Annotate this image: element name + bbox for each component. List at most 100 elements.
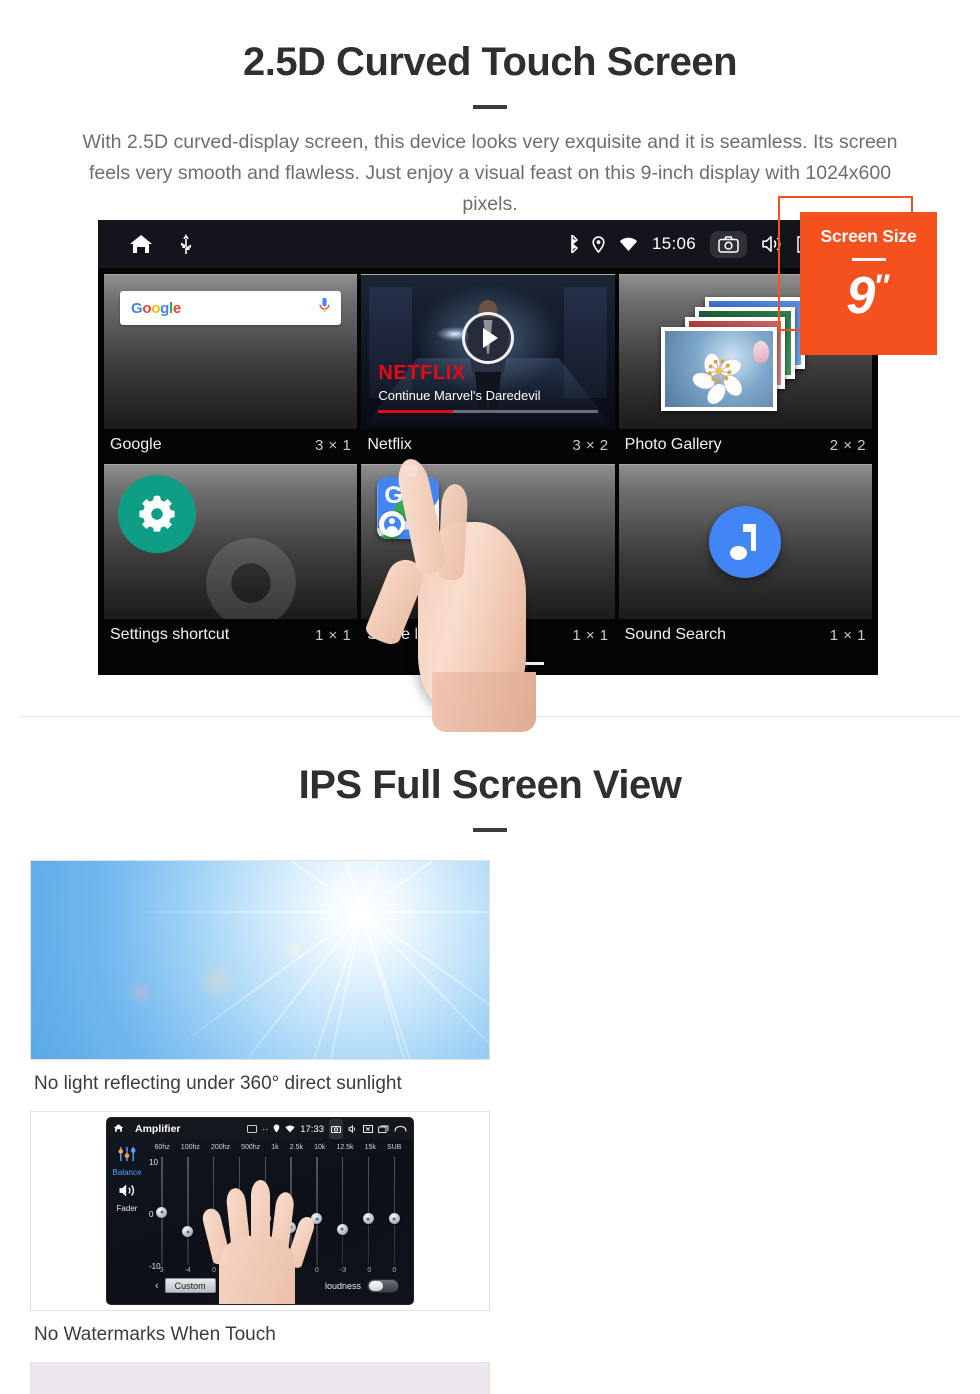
widget-name: Photo Gallery [624, 436, 722, 453]
camera-icon[interactable] [710, 230, 747, 258]
loudness-label: loudness [324, 1280, 361, 1291]
widget-name: Sound Search [624, 626, 727, 643]
widget-name: Google [110, 436, 162, 453]
play-button-icon[interactable] [461, 312, 514, 365]
eq-band-label: 2.5k [289, 1144, 303, 1151]
widget-sound-search[interactable] [618, 464, 872, 619]
usb-icon [180, 234, 192, 254]
amplifier-title: Amplifier [135, 1123, 181, 1135]
speaker-icon[interactable] [107, 1183, 147, 1203]
status-bar-clock: 15:06 [651, 234, 696, 253]
wifi-icon [619, 237, 638, 252]
widget-column-2: NETFLIX Continue Marvel's Daredevil Netf… [361, 274, 615, 654]
balance-label[interactable]: Balance [107, 1168, 147, 1177]
netflix-artwork: NETFLIX Continue Marvel's Daredevil [361, 275, 615, 429]
widget-settings-shortcut[interactable] [104, 464, 358, 619]
amplifier-side-controls: Balance Fader [107, 1140, 147, 1304]
prev-preset-icon[interactable]: ‹ [155, 1280, 159, 1292]
volume-icon[interactable] [348, 1120, 358, 1138]
feature-card-fast-response: Super Fast Response [30, 1362, 490, 1394]
badge-value: 9″ [800, 270, 937, 322]
eq-slider[interactable] [156, 1157, 168, 1265]
settings-gear-icon[interactable] [118, 475, 196, 553]
widget-label-photo-gallery: Photo Gallery 2 × 2 [618, 429, 872, 464]
google-maps-icon[interactable]: G [377, 477, 440, 539]
camera-icon[interactable] [329, 1119, 343, 1139]
feature-card-no-watermarks: Amplifier ·· 17:33 Balance Fader 60hz 10… [30, 1111, 490, 1362]
back-icon[interactable] [394, 1120, 407, 1138]
badge-number: 9 [846, 267, 876, 325]
home-icon[interactable] [113, 1120, 124, 1138]
widget-label-google: Google 3 × 1 [104, 429, 358, 464]
product-feature-page: 2.5D Curved Touch Screen With 2.5D curve… [0, 0, 980, 1394]
badge-title: Screen Size [820, 226, 917, 246]
amplifier-equalizer-screenshot: Amplifier ·· 17:33 Balance Fader 60hz 10… [30, 1111, 490, 1311]
page-dot[interactable] [474, 662, 502, 665]
widget-share-location[interactable]: G [361, 464, 615, 619]
eq-band-label: SUB [387, 1144, 402, 1151]
status-bar-left [98, 233, 192, 255]
loudness-control[interactable]: loudness [324, 1278, 399, 1293]
section2-title-rule [473, 828, 507, 832]
feature-card-sunlight: No light reflecting under 360° direct su… [30, 860, 490, 1111]
home-icon[interactable] [128, 233, 154, 255]
netflix-subtitle: Continue Marvel's Daredevil [378, 388, 541, 403]
widget-size: 3 × 1 [315, 436, 352, 454]
widget-label-netflix: Netflix 3 × 2 [361, 429, 615, 464]
widget-label-sound-search: Sound Search 1 × 1 [618, 619, 872, 654]
eq-band-labels: 60hz 100hz 200hz 500hz 1k 2.5k 10k 12.5k… [149, 1144, 407, 1151]
loudness-toggle[interactable] [367, 1278, 399, 1293]
section2-title: IPS Full Screen View [298, 763, 682, 807]
widget-size: 3 × 2 [572, 436, 609, 454]
widget-name: Settings shortcut [110, 626, 230, 643]
widget-size: 2 × 2 [829, 436, 866, 454]
widget-netflix[interactable]: NETFLIX Continue Marvel's Daredevil [361, 274, 615, 429]
eq-scale-value: 0 [149, 1210, 154, 1219]
sliders-icon[interactable] [107, 1146, 147, 1167]
widget-google[interactable]: Google [104, 274, 358, 429]
eq-band-label: 1k [271, 1144, 279, 1151]
mic-icon[interactable] [319, 297, 330, 319]
badge-rule [851, 258, 886, 261]
touching-hand-illustration [200, 1174, 319, 1304]
eq-value: 0 [367, 1267, 372, 1274]
netflix-logo: NETFLIX [378, 362, 466, 384]
eq-band-label: 60hz [154, 1144, 170, 1151]
eq-slider[interactable] [362, 1157, 374, 1265]
eq-value: -4 [184, 1267, 191, 1274]
eq-slider[interactable] [388, 1157, 400, 1265]
eq-band-label: 200hz [210, 1144, 231, 1151]
page-indicator[interactable] [98, 662, 878, 665]
widget-name: Netflix [367, 436, 412, 453]
dots-icon: ·· [262, 1124, 269, 1134]
widget-size: 1 × 1 [315, 626, 352, 644]
amplifier-clock: 17:33 [300, 1123, 324, 1135]
eq-band-label: 12.5k [336, 1144, 354, 1151]
gear-watermark-icon [185, 517, 317, 619]
section-ips-full-screen-view: IPS Full Screen View No light reflecting… [0, 717, 980, 1394]
fader-label[interactable]: Fader [107, 1204, 147, 1213]
feature-cards: No light reflecting under 360° direct su… [0, 860, 980, 1394]
close-icon[interactable] [363, 1120, 373, 1138]
google-logo: Google [131, 299, 181, 317]
widget-name: Share location [367, 626, 470, 643]
recents-icon[interactable] [378, 1120, 389, 1138]
page-dot[interactable] [432, 662, 460, 665]
section-curved-touch-screen: 2.5D Curved Touch Screen With 2.5D curve… [0, 0, 980, 732]
eq-value: -3 [339, 1267, 347, 1274]
page-title: 2.5D Curved Touch Screen [242, 40, 738, 84]
google-search-bar[interactable]: Google [120, 291, 342, 325]
eq-band-label: 500hz [241, 1144, 261, 1151]
feature-caption: No light reflecting under 360° direct su… [34, 1073, 402, 1094]
widget-label-settings: Settings shortcut 1 × 1 [104, 619, 358, 654]
feature-caption: No Watermarks When Touch [34, 1324, 276, 1345]
eq-slider[interactable] [182, 1157, 194, 1265]
page-dot-active[interactable] [516, 662, 544, 665]
eq-band-label: 100hz [180, 1144, 200, 1151]
google-g-letter: G [384, 482, 403, 509]
eq-band-label: 10k [314, 1144, 326, 1151]
widget-grid: Google Google 3 × 1 Settings shortcut 1 … [98, 268, 878, 654]
widget-size: 1 × 1 [572, 626, 609, 644]
music-note-icon[interactable] [709, 506, 782, 578]
eq-slider[interactable] [336, 1157, 348, 1265]
